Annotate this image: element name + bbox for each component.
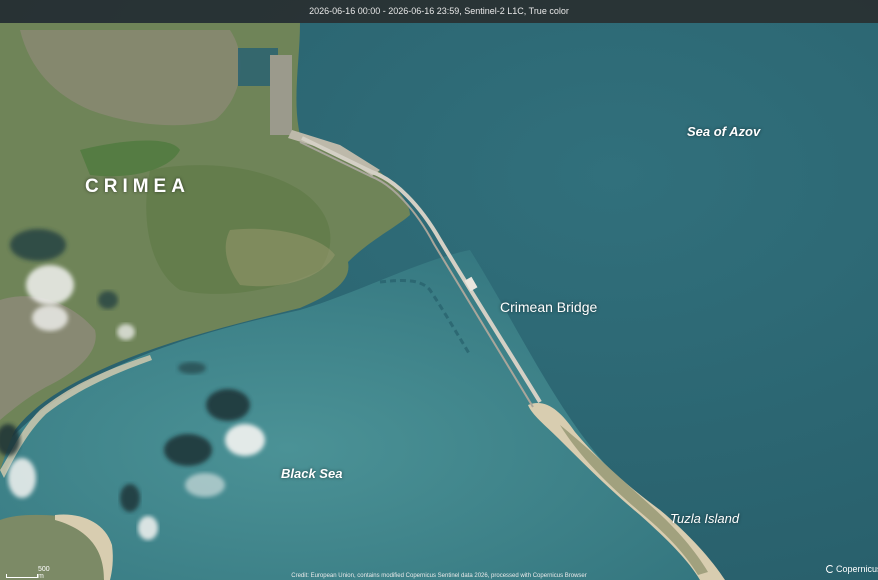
label-sea-of-azov: Sea of Azov xyxy=(687,124,761,139)
imagery-caption-bar: 2026-06-16 00:00 - 2026-06-16 23:59, Sen… xyxy=(0,0,878,23)
copernicus-icon xyxy=(826,565,834,573)
copernicus-logo-text: Copernicus xyxy=(836,564,878,574)
label-tuzla-island: Tuzla Island xyxy=(670,511,740,526)
copernicus-logo: Copernicus xyxy=(826,564,878,574)
port-pier xyxy=(270,55,292,135)
label-crimea: CRIMEA xyxy=(85,176,190,197)
imagery-caption: 2026-06-16 00:00 - 2026-06-16 23:59, Sen… xyxy=(309,6,569,16)
map-viewer[interactable]: 2026-06-16 00:00 - 2026-06-16 23:59, Sen… xyxy=(0,0,878,580)
satellite-map[interactable] xyxy=(0,0,878,580)
label-crimean-bridge: Crimean Bridge xyxy=(500,299,598,315)
imagery-credit: Credit: European Union, contains modifie… xyxy=(291,573,587,579)
label-black-sea: Black Sea xyxy=(281,466,343,481)
